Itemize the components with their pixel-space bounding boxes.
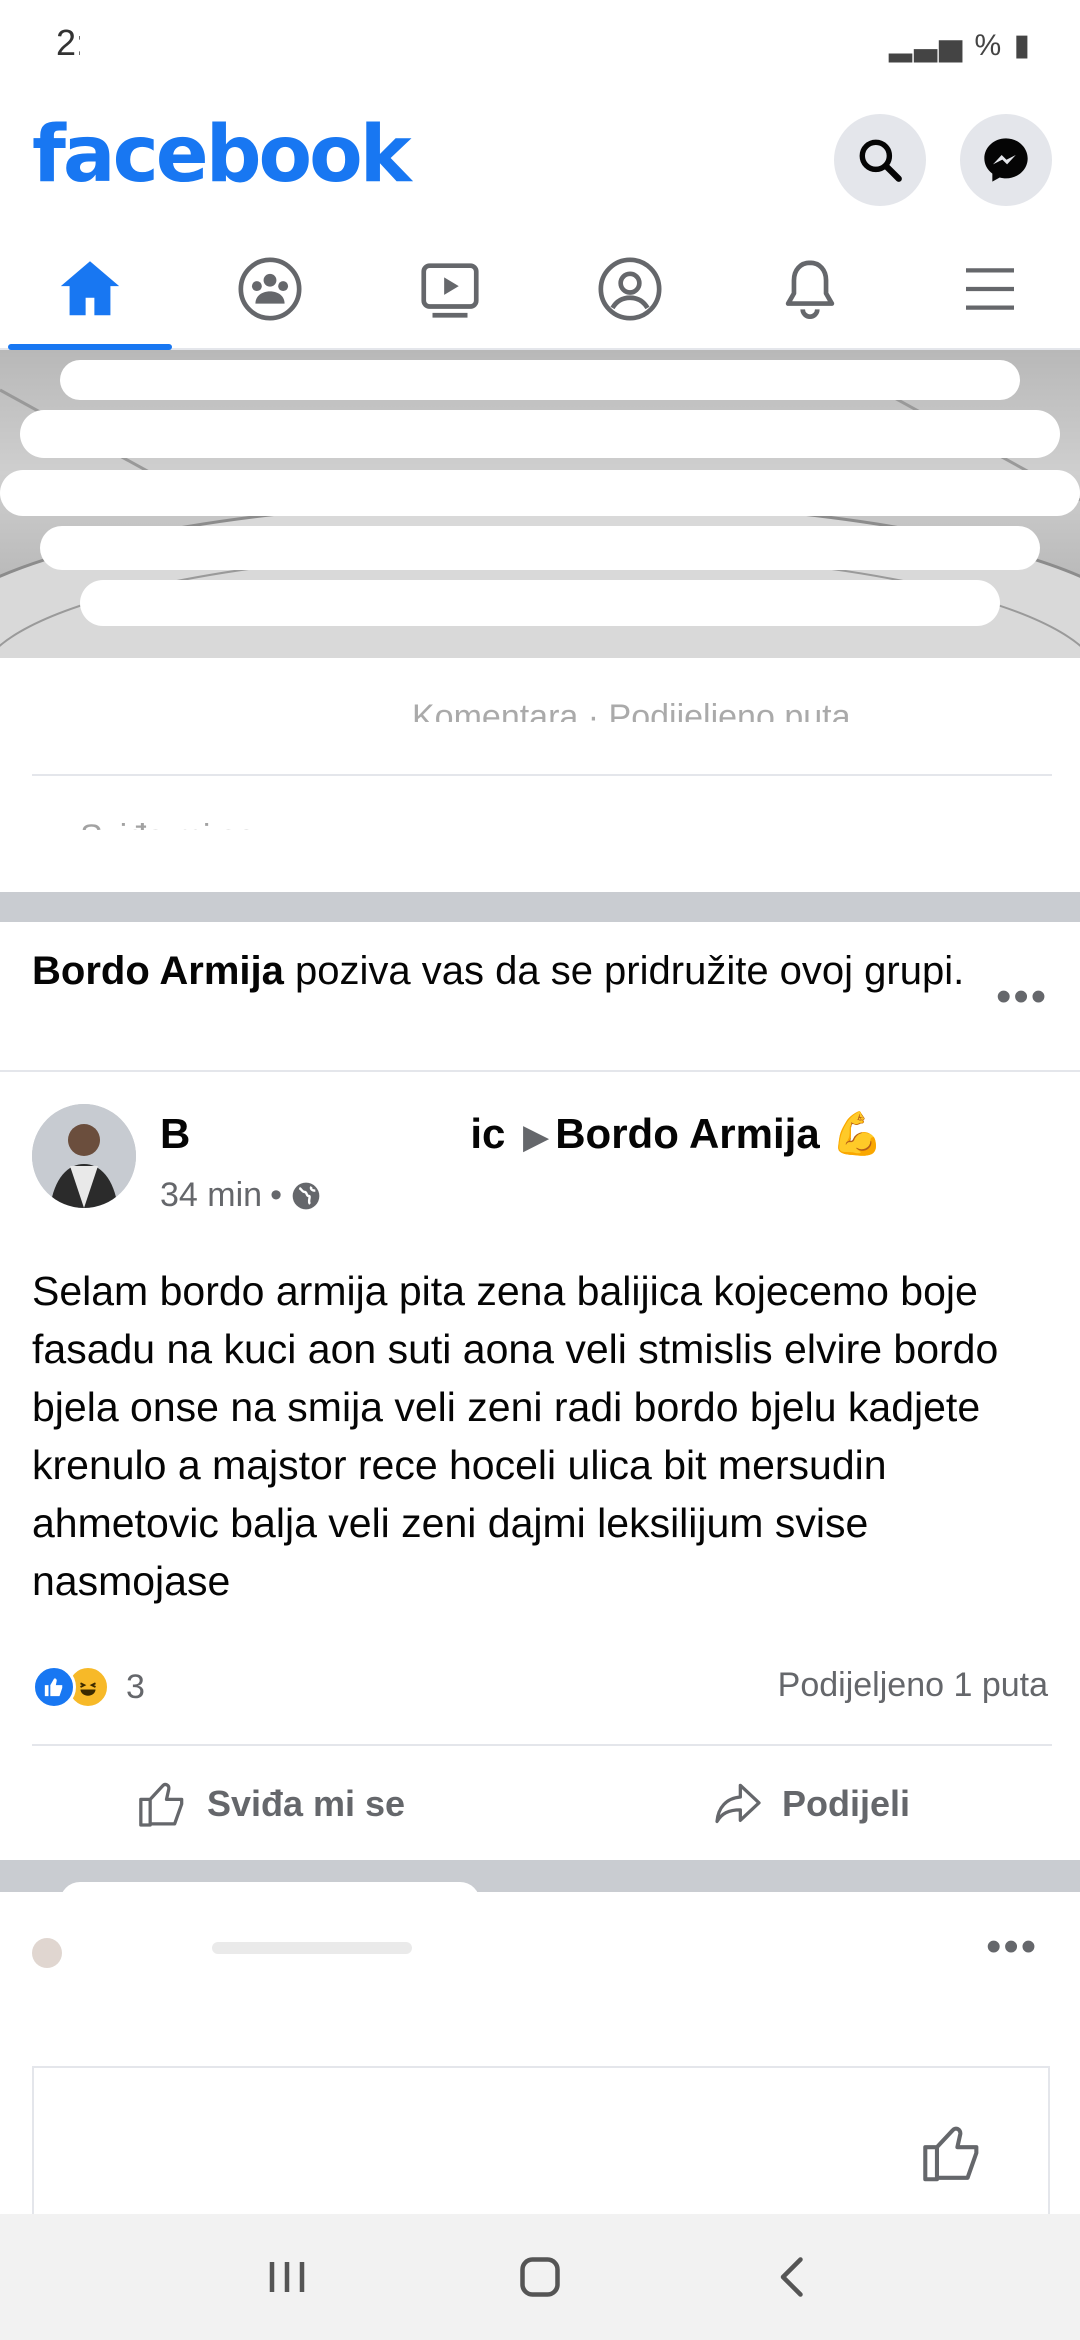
post-more-button[interactable]: ••• bbox=[986, 1922, 1038, 1972]
tab-menu[interactable] bbox=[900, 230, 1080, 348]
post-actions-redacted: Sviđa mi se bbox=[0, 780, 1080, 890]
group-invite-text: Bordo Armija poziva vas da se pridružite… bbox=[32, 944, 972, 998]
status-icons: ▂▃▅ % ▮ bbox=[889, 28, 1032, 63]
home-nav-icon[interactable] bbox=[510, 2247, 570, 2307]
author-name[interactable]: B bbox=[160, 1110, 190, 1157]
scribble-redaction bbox=[0, 470, 1080, 516]
messenger-icon bbox=[984, 138, 1028, 182]
reaction-summary[interactable]: 3 bbox=[32, 1662, 145, 1712]
share-button[interactable]: Podijeli bbox=[540, 1748, 1080, 1860]
scribble-redaction bbox=[34, 2128, 334, 2158]
status-redaction bbox=[80, 26, 170, 62]
avatar-image bbox=[32, 1104, 136, 1208]
like-label: Sviđa mi se bbox=[206, 1783, 406, 1824]
scribble-redaction bbox=[60, 1882, 480, 1922]
search-icon bbox=[859, 139, 902, 182]
reaction-count: 3 bbox=[126, 1667, 145, 1706]
post-image-redacted[interactable] bbox=[0, 350, 1080, 658]
share-label: Podijeli bbox=[781, 1783, 911, 1824]
post-meta: 34 min • bbox=[160, 1176, 322, 1215]
tab-bar bbox=[0, 230, 1080, 350]
signal-icon: ▂▃▅ bbox=[888, 29, 975, 62]
thumbs-up-icon[interactable] bbox=[918, 2118, 988, 2188]
tab-watch[interactable] bbox=[360, 230, 540, 348]
facebook-logo[interactable]: facebook bbox=[32, 110, 412, 200]
bell-icon bbox=[785, 260, 835, 319]
divider bbox=[32, 774, 1052, 776]
post-time[interactable]: 34 min bbox=[160, 1176, 262, 1215]
hamburger-menu-icon bbox=[966, 268, 1014, 310]
invite-more-button[interactable]: ••• bbox=[996, 972, 1048, 1022]
tab-notifications[interactable] bbox=[720, 230, 900, 348]
post-author-line: Bic ▶ Bordo Armija 💪 bbox=[160, 1110, 884, 1159]
avatar[interactable] bbox=[32, 1104, 136, 1208]
like-button[interactable]: Sviđa mi se bbox=[0, 1748, 540, 1860]
recent-apps-icon[interactable] bbox=[257, 2247, 317, 2307]
group-name[interactable]: Bordo Armija bbox=[555, 1110, 819, 1157]
share-arrow-icon bbox=[715, 1783, 761, 1824]
link-preview-card[interactable] bbox=[32, 2066, 1050, 2226]
scribble-redaction bbox=[60, 360, 1020, 400]
tab-home[interactable] bbox=[0, 230, 180, 350]
divider bbox=[0, 1070, 1080, 1072]
globe-icon bbox=[292, 1182, 320, 1209]
app-header: facebook bbox=[0, 90, 1080, 230]
home-icon bbox=[60, 261, 120, 316]
divider bbox=[32, 1744, 1052, 1746]
arrow-right-icon: ▶ bbox=[523, 1118, 550, 1156]
thumbs-up-icon bbox=[139, 1782, 184, 1827]
back-icon[interactable] bbox=[763, 2247, 823, 2307]
redacted-name bbox=[212, 1942, 412, 1954]
post-body-text: Selam bordo armija pita zena balijica ko… bbox=[32, 1268, 999, 1604]
post-stats-redacted: Komentara · Podijeljeno puta bbox=[32, 690, 1052, 750]
scribble-redaction bbox=[60, 830, 1040, 860]
post-actions: Sviđa mi se Podijeli bbox=[0, 1748, 1080, 1860]
group-name-link[interactable]: Bordo Armija bbox=[32, 949, 284, 993]
flexed-biceps-icon: 💪 bbox=[831, 1110, 884, 1157]
battery-icon: ▮ bbox=[1013, 29, 1032, 62]
system-nav-bar bbox=[0, 2214, 1080, 2340]
like-reaction-icon bbox=[32, 1665, 76, 1709]
messenger-button[interactable] bbox=[960, 114, 1052, 206]
scribble-redaction bbox=[40, 526, 1040, 570]
invite-message: poziva vas da se pridružite ovoj grupi. bbox=[283, 949, 965, 993]
share-count[interactable]: Podijeljeno 1 puta bbox=[778, 1666, 1048, 1705]
scribble-redaction bbox=[52, 722, 1032, 744]
battery-label: % bbox=[974, 29, 1004, 62]
status-bar: 2: ▂▃▅ % ▮ bbox=[0, 0, 1080, 90]
scribble-redaction bbox=[80, 580, 1000, 626]
watch-icon bbox=[421, 263, 479, 318]
tab-groups[interactable] bbox=[180, 230, 360, 348]
groups-icon bbox=[238, 257, 302, 321]
profile-icon bbox=[598, 257, 662, 321]
search-button[interactable] bbox=[834, 114, 926, 206]
feed-separator bbox=[0, 892, 1080, 922]
author-name-tail[interactable]: ic bbox=[470, 1110, 505, 1157]
tab-profile[interactable] bbox=[540, 230, 720, 348]
avatar[interactable] bbox=[32, 1938, 62, 1968]
scribble-redaction bbox=[20, 410, 1060, 458]
meta-separator: • bbox=[270, 1176, 282, 1214]
